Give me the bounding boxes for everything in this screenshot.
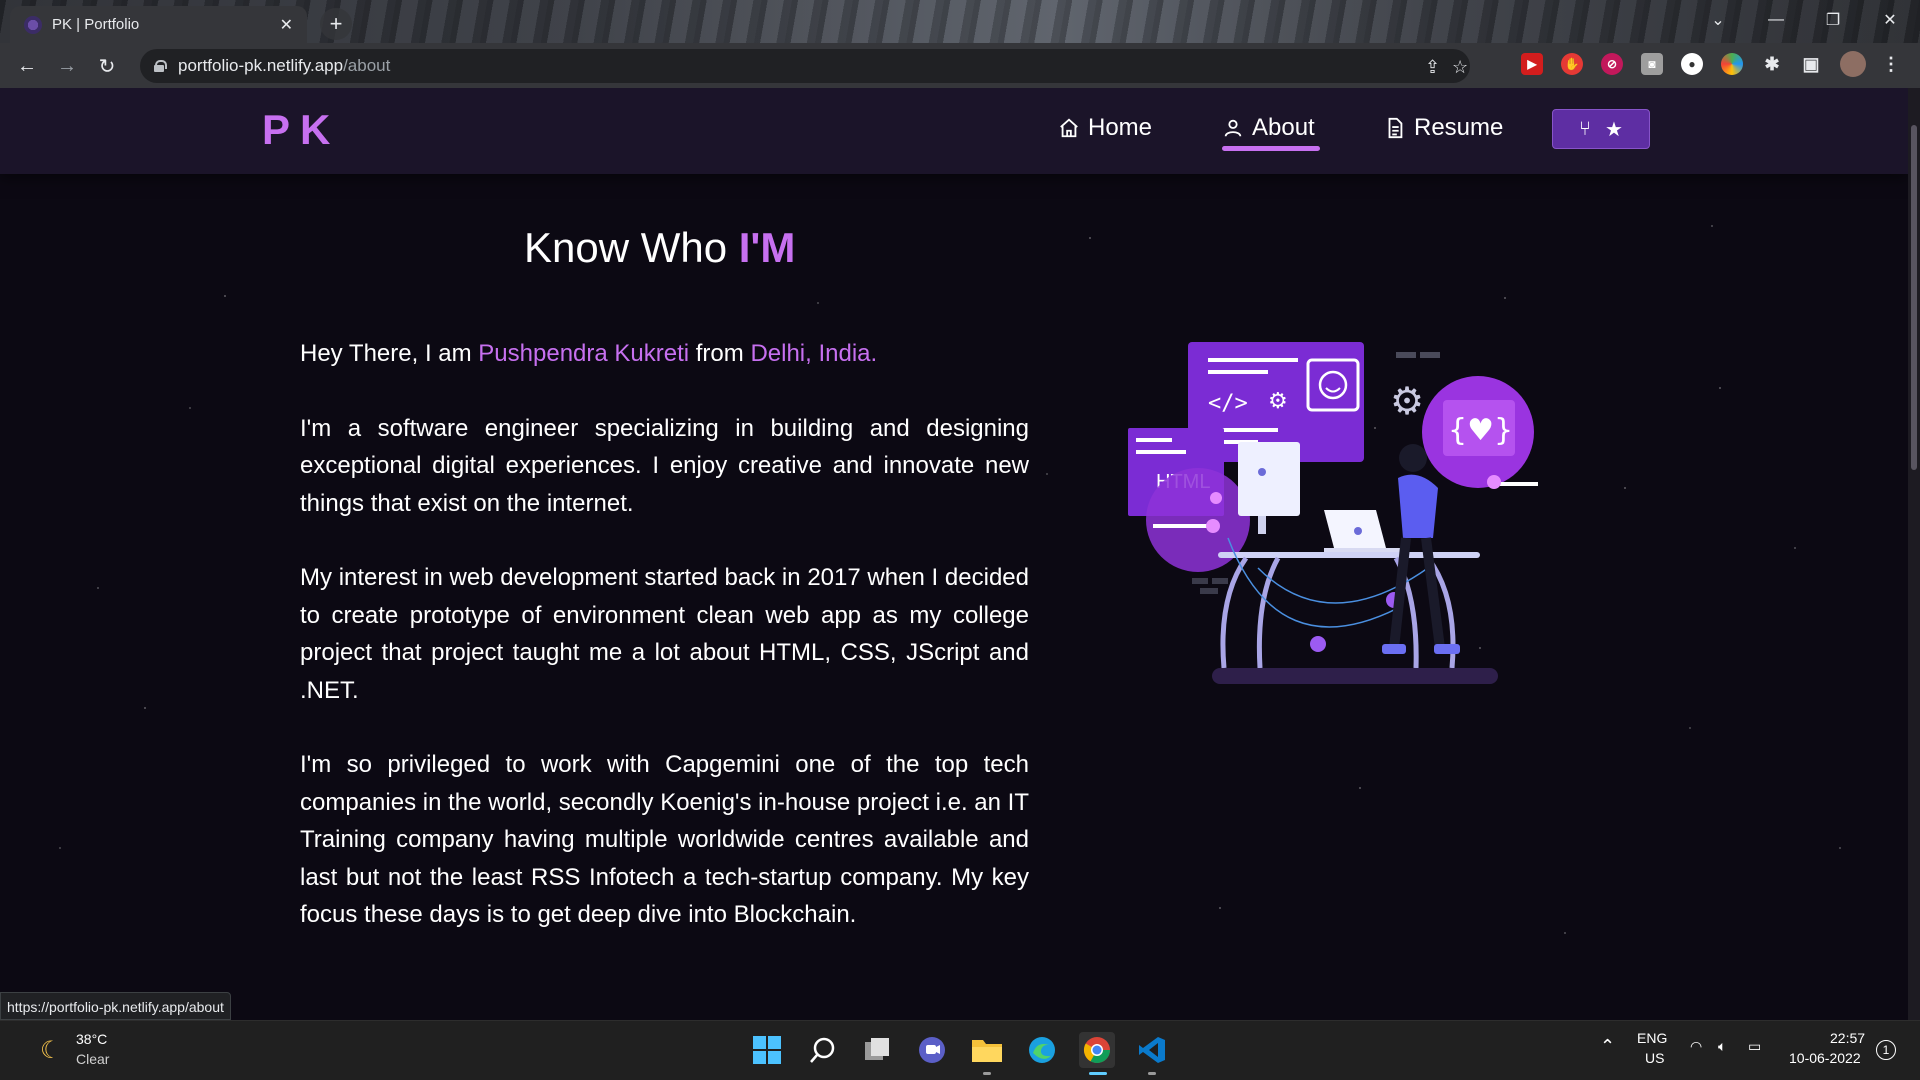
back-button[interactable]: ← xyxy=(12,51,42,81)
page-title: Know Who I'M xyxy=(524,224,795,272)
github-star-button[interactable]: ⑂ ★ xyxy=(1552,109,1650,149)
file-explorer-icon[interactable] xyxy=(969,1032,1005,1068)
url-host: portfolio-pk.netlify.app xyxy=(178,56,344,75)
volume-icon[interactable]: 🔈︎ xyxy=(1718,1038,1726,1055)
about-paragraph-2: My interest in web development started b… xyxy=(300,564,1029,704)
nav-about[interactable]: About xyxy=(1222,114,1315,142)
nav-resume[interactable]: Resume xyxy=(1384,114,1503,142)
edge-icon[interactable] xyxy=(1024,1032,1060,1068)
person-shirt-shape xyxy=(1398,474,1438,538)
extensions-puzzle-icon[interactable]: ✱ xyxy=(1761,53,1783,75)
extension-color-icon[interactable] xyxy=(1721,53,1743,75)
wifi-icon[interactable]: ◠ xyxy=(1690,1038,1702,1055)
clock-date[interactable]: 10-06-2022 xyxy=(1789,1050,1861,1066)
lock-icon[interactable] xyxy=(154,60,167,72)
forward-button[interactable]: → xyxy=(52,51,82,81)
user-icon xyxy=(1224,119,1242,137)
minimize-button[interactable]: — xyxy=(1748,0,1804,40)
show-hidden-icons[interactable]: ⌃ xyxy=(1600,1036,1615,1057)
bookmark-star-icon[interactable]: ☆ xyxy=(1452,57,1468,78)
close-tab-icon[interactable]: ✕ xyxy=(280,15,293,35)
extension-circle-icon[interactable]: ● xyxy=(1681,53,1703,75)
nav-home-label: Home xyxy=(1088,114,1153,141)
nav-home[interactable]: Home xyxy=(1058,114,1152,142)
chrome-menu-icon[interactable]: ⋮ xyxy=(1880,53,1902,75)
moon-weather-icon[interactable]: ☾ xyxy=(40,1036,62,1065)
weather-temperature[interactable]: 38°C xyxy=(76,1031,107,1047)
home-icon xyxy=(1060,118,1078,138)
code-brackets-icon: </> xyxy=(1208,391,1248,416)
vscode-running-indicator xyxy=(1148,1072,1156,1075)
profile-avatar[interactable] xyxy=(1840,51,1866,77)
battery-icon[interactable]: ▭ xyxy=(1748,1038,1761,1055)
star-icon: ★ xyxy=(1605,118,1623,141)
intro-line: Hey There, I am Pushpendra Kukreti from … xyxy=(300,335,1029,373)
about-text: Hey There, I am Pushpendra Kukreti from … xyxy=(300,335,1029,971)
person-name: Pushpendra Kukreti xyxy=(478,340,690,367)
heart-code-icon: {♥} xyxy=(1448,413,1513,448)
vscode-icon[interactable] xyxy=(1134,1032,1170,1068)
developer-illustration: </> ⚙ ⚙ {♥} HTML xyxy=(1128,342,1538,684)
url-path: /about xyxy=(343,56,391,75)
notification-badge[interactable]: 1 xyxy=(1876,1040,1896,1060)
side-panel-icon[interactable]: ▣ xyxy=(1800,53,1822,75)
reload-button[interactable]: ↻ xyxy=(92,51,122,81)
heading-accent: I'M xyxy=(738,224,796,271)
portfolio-page: PK Home About Resume ⑂ ★ Know Who I'M He… xyxy=(0,88,1908,1020)
site-favicon-icon xyxy=(24,15,42,34)
scrollbar-thumb[interactable] xyxy=(1911,125,1917,470)
heading-main: Know Who xyxy=(524,224,739,271)
extension-adblock-icon[interactable]: ✋ xyxy=(1561,53,1583,75)
task-view-icon[interactable] xyxy=(859,1032,895,1068)
extension-camera-icon[interactable]: ◙ xyxy=(1641,53,1663,75)
intro-prefix: Hey There, I am xyxy=(300,340,479,367)
clock-time[interactable]: 22:57 xyxy=(1830,1030,1865,1046)
site-logo[interactable]: PK xyxy=(262,106,340,154)
nav-about-label: About xyxy=(1252,114,1315,141)
language-top[interactable]: ENG xyxy=(1637,1030,1667,1046)
about-paragraph-3: I'm so privileged to work with Capgemini… xyxy=(300,751,1029,928)
browser-tab[interactable]: PK | Portfolio ✕ xyxy=(10,6,307,43)
explorer-running-indicator xyxy=(983,1072,991,1075)
intro-middle: from xyxy=(689,340,751,367)
site-navbar: PK Home About Resume ⑂ ★ xyxy=(0,88,1908,174)
extension-red-icon[interactable]: ▶ xyxy=(1521,53,1543,75)
share-icon[interactable]: ⇪ xyxy=(1425,57,1440,78)
language-bottom[interactable]: US xyxy=(1645,1050,1664,1066)
nav-active-indicator xyxy=(1222,146,1320,151)
gear-small-icon: ⚙ xyxy=(1268,388,1288,413)
chat-icon[interactable] xyxy=(914,1032,950,1068)
chrome-icon[interactable] xyxy=(1079,1032,1115,1068)
windows-start-icon[interactable] xyxy=(749,1032,785,1068)
nav-resume-label: Resume xyxy=(1414,114,1504,141)
gear-icon: ⚙ xyxy=(1390,381,1424,423)
tab-search-icon[interactable]: ⌄ xyxy=(1690,0,1746,40)
person-location: Delhi, India. xyxy=(750,340,878,367)
restore-button[interactable]: ❐ xyxy=(1805,0,1861,40)
git-fork-icon: ⑂ xyxy=(1579,117,1592,140)
browser-toolbar: ← → ↻ portfolio-pk.netlify.app/about ⇪ ☆ xyxy=(0,43,1920,88)
weather-condition[interactable]: Clear xyxy=(76,1051,109,1067)
chrome-active-indicator xyxy=(1089,1072,1107,1075)
about-paragraph-1: I'm a software engineer specializing in … xyxy=(300,414,1029,517)
close-window-button[interactable]: ✕ xyxy=(1862,0,1918,40)
tab-title: PK | Portfolio xyxy=(52,16,140,33)
address-bar[interactable]: portfolio-pk.netlify.app/about ⇪ ☆ xyxy=(140,49,1470,83)
document-icon xyxy=(1388,117,1403,139)
windows-taskbar xyxy=(0,1020,1920,1080)
status-bar-url: https://portfolio-pk.netlify.app/about xyxy=(0,992,231,1020)
extension-block-icon[interactable]: ⊘ xyxy=(1601,53,1623,75)
search-icon[interactable] xyxy=(805,1032,841,1068)
new-tab-button[interactable]: + xyxy=(320,8,352,40)
